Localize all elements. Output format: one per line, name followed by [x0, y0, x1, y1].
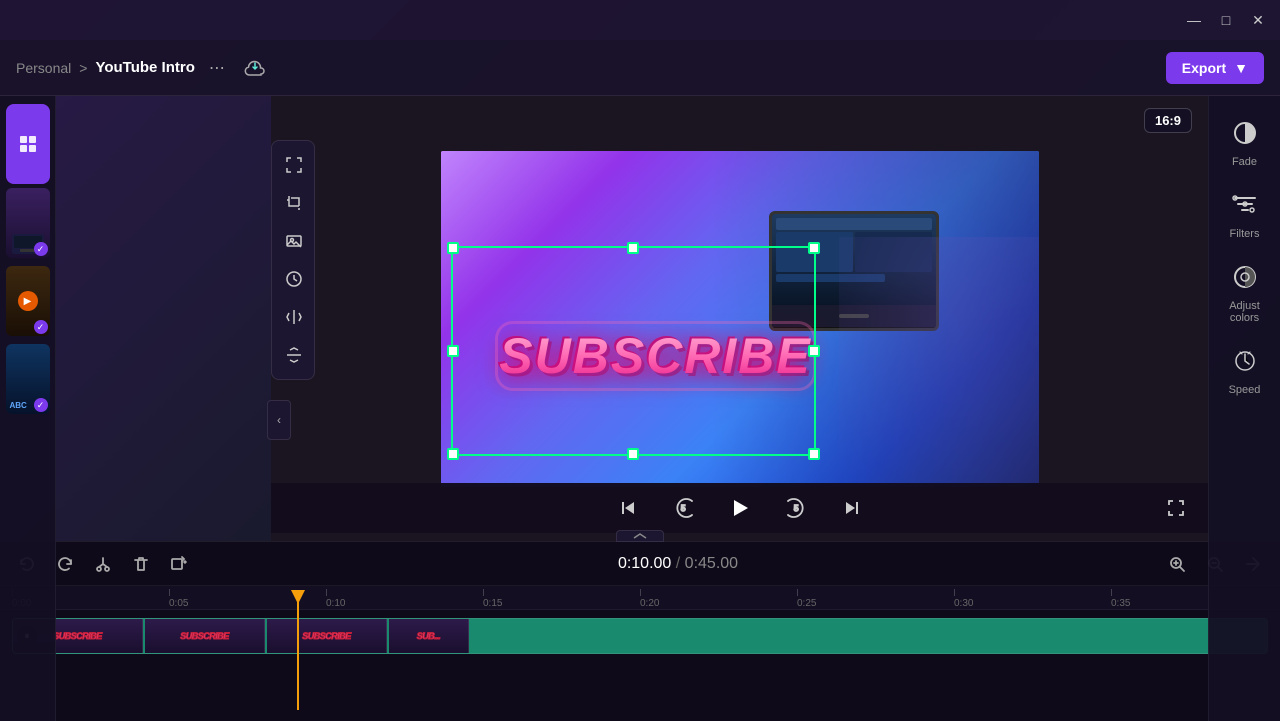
- collapse-panel-button[interactable]: ‹: [267, 400, 291, 440]
- timeline-expand-button[interactable]: [616, 530, 664, 542]
- total-time: 0:45.00: [685, 555, 738, 572]
- export-chevron-icon: ▼: [1234, 60, 1248, 76]
- more-options-button[interactable]: ⋯: [203, 54, 231, 82]
- breadcrumb-title: YouTube Intro: [95, 59, 194, 76]
- speed-tool[interactable]: Speed: [1213, 340, 1277, 404]
- timeline-tracks: ⏸ SUBSCRIBE SUBSCRIBE SUBSCRIBE SUB...: [12, 618, 1268, 698]
- animation-tool[interactable]: [274, 261, 314, 297]
- media-thumbnail-1[interactable]: ✓: [6, 188, 50, 258]
- track-thumbnail-4: SUB...: [389, 619, 469, 653]
- cut-button[interactable]: [88, 549, 118, 579]
- breadcrumb: Personal > YouTube Intro ⋯: [16, 52, 1166, 84]
- adjust-colors-icon: [1232, 264, 1258, 296]
- ruler-mark-6: 0:30: [954, 589, 1111, 609]
- adjust-colors-tool[interactable]: Adjust colors: [1213, 256, 1277, 332]
- timeline-area: 0:10.00 / 0:45.00: [0, 541, 1280, 721]
- left-sidebar: ✓ ▶ ✓ ABC ✓: [0, 96, 56, 721]
- flip-vertical-tool[interactable]: [274, 337, 314, 373]
- forward-button[interactable]: 5: [780, 492, 812, 524]
- image-tool[interactable]: [274, 223, 314, 259]
- resize-tool[interactable]: [274, 147, 314, 183]
- playback-controls: 5 5: [271, 483, 1208, 533]
- delete-button[interactable]: [126, 549, 156, 579]
- tool-panel: [271, 140, 315, 380]
- fullscreen-button[interactable]: [1160, 492, 1192, 524]
- video-canvas[interactable]: SUBSCRIBE: [441, 151, 1039, 487]
- thumbnail-check-1: ✓: [34, 242, 48, 256]
- rewind-button[interactable]: 5: [668, 492, 700, 524]
- media-thumbnail-2[interactable]: ▶ ✓: [6, 266, 50, 336]
- time-display: 0:10.00 / 0:45.00: [202, 555, 1154, 573]
- thumbnail-check-3: ✓: [34, 398, 48, 412]
- add-media-to-timeline-button[interactable]: [164, 549, 194, 579]
- video-background: SUBSCRIBE: [441, 151, 1039, 487]
- export-button[interactable]: Export ▼: [1166, 52, 1264, 84]
- playhead[interactable]: [297, 590, 299, 710]
- current-time: 0:10.00: [618, 555, 671, 572]
- subscribe-sticker[interactable]: SUBSCRIBE: [491, 291, 821, 421]
- fade-icon: [1232, 120, 1258, 152]
- filters-icon: [1232, 192, 1258, 224]
- fade-label: Fade: [1232, 156, 1257, 168]
- filters-label: Filters: [1230, 228, 1260, 240]
- ruler-mark-2: 0:10: [326, 589, 483, 609]
- play-button[interactable]: [724, 492, 756, 524]
- breadcrumb-personal[interactable]: Personal: [16, 60, 71, 76]
- skip-to-end-button[interactable]: [836, 492, 868, 524]
- filters-tool[interactable]: Filters: [1213, 184, 1277, 248]
- svg-text:5: 5: [794, 504, 799, 513]
- maximize-button[interactable]: □: [1216, 10, 1236, 30]
- speed-label: Speed: [1229, 384, 1261, 396]
- ruler-mark-5: 0:25: [797, 589, 954, 609]
- track-thumbnail-2: SUBSCRIBE: [145, 619, 265, 653]
- timeline-ruler: 0:00 0:05 0:10 0:15 0:20 0:25: [0, 586, 1280, 610]
- thumbnail-check-2: ✓: [34, 320, 48, 334]
- flip-horizontal-tool[interactable]: [274, 299, 314, 335]
- skip-to-start-button[interactable]: [612, 492, 644, 524]
- ruler-mark-4: 0:20: [640, 589, 797, 609]
- close-button[interactable]: ✕: [1248, 10, 1268, 30]
- cloud-sync-button[interactable]: [239, 52, 271, 84]
- adjust-colors-label: Adjust colors: [1217, 300, 1273, 324]
- fade-tool[interactable]: Fade: [1213, 112, 1277, 176]
- speed-icon: [1232, 348, 1258, 380]
- ratio-badge[interactable]: 16:9: [1144, 108, 1192, 133]
- timeline-toolbar: 0:10.00 / 0:45.00: [0, 542, 1280, 586]
- title-bar: — □ ✕: [0, 0, 1280, 40]
- ruler-mark-3: 0:15: [483, 589, 640, 609]
- minimize-button[interactable]: —: [1184, 10, 1204, 30]
- canvas-area: SUBSCRIBE: [271, 96, 1208, 541]
- media-thumbnail-3[interactable]: ABC ✓: [6, 344, 50, 414]
- header: Personal > YouTube Intro ⋯ Export ▼: [0, 40, 1280, 96]
- right-panel: Fade Filters Adjust colors: [1208, 96, 1280, 721]
- sidebar-item-active[interactable]: [6, 104, 50, 184]
- track-thumbnail-3: SUBSCRIBE: [267, 619, 387, 653]
- svg-text:5: 5: [681, 504, 686, 513]
- ruler-marks: 0:00 0:05 0:10 0:15 0:20 0:25: [12, 589, 1268, 609]
- zoom-in-button[interactable]: [1162, 549, 1192, 579]
- time-separator: /: [676, 555, 685, 572]
- crop-tool[interactable]: [274, 185, 314, 221]
- video-track[interactable]: ⏸ SUBSCRIBE SUBSCRIBE SUBSCRIBE SUB...: [12, 618, 1268, 654]
- breadcrumb-separator: >: [79, 60, 87, 76]
